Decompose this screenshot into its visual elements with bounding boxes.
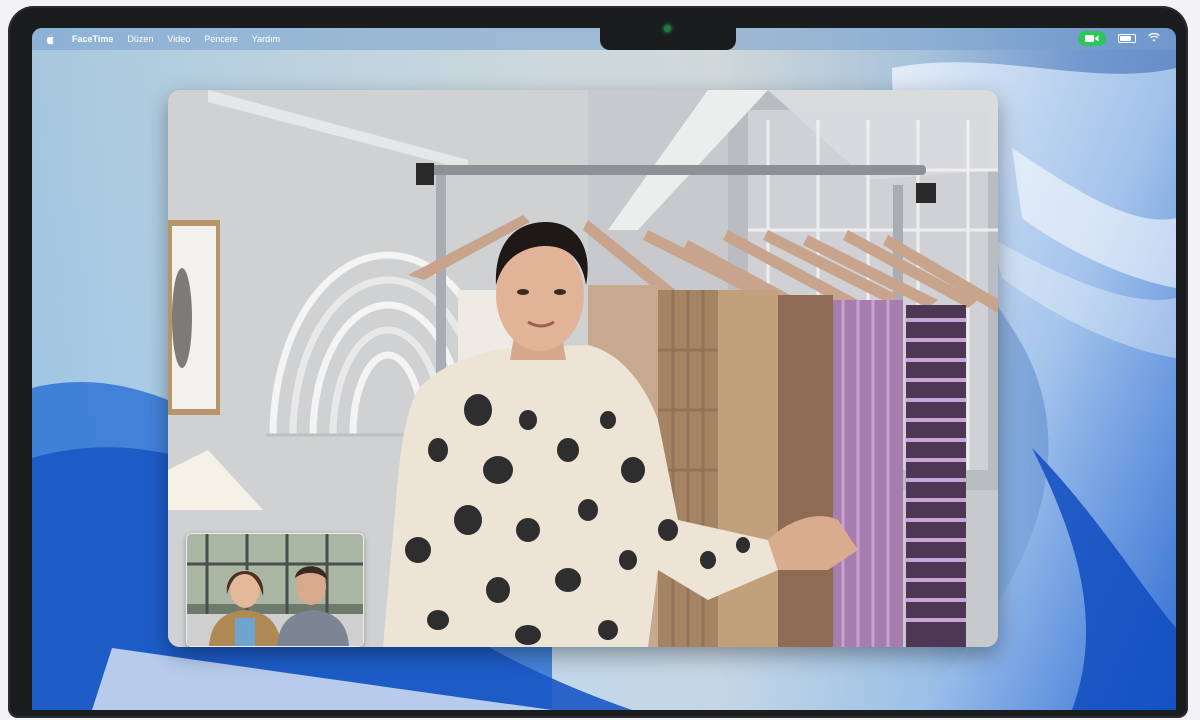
self-view-video (187, 534, 363, 646)
menu-app-name[interactable]: FaceTime (72, 34, 113, 44)
laptop-frame: FaceTime Düzen Video Pencere Yardım (0, 0, 1200, 720)
camera-notch (600, 12, 736, 50)
facetime-call-window[interactable] (168, 90, 998, 647)
camera-indicator-light (664, 25, 671, 32)
menu-item-help[interactable]: Yardım (252, 34, 280, 44)
video-camera-icon[interactable] (1078, 31, 1106, 46)
wifi-icon[interactable] (1148, 32, 1160, 44)
desktop-screen: FaceTime Düzen Video Pencere Yardım (32, 28, 1176, 710)
menu-item-video[interactable]: Video (167, 34, 190, 44)
menu-bar-status (1078, 31, 1160, 46)
menu-item-edit[interactable]: Düzen (127, 34, 153, 44)
battery-icon[interactable] (1118, 34, 1136, 43)
menu-item-window[interactable]: Pencere (204, 34, 238, 44)
apple-icon[interactable] (46, 33, 56, 45)
self-view-tile[interactable] (186, 533, 364, 647)
display-bezel: FaceTime Düzen Video Pencere Yardım (8, 6, 1188, 718)
